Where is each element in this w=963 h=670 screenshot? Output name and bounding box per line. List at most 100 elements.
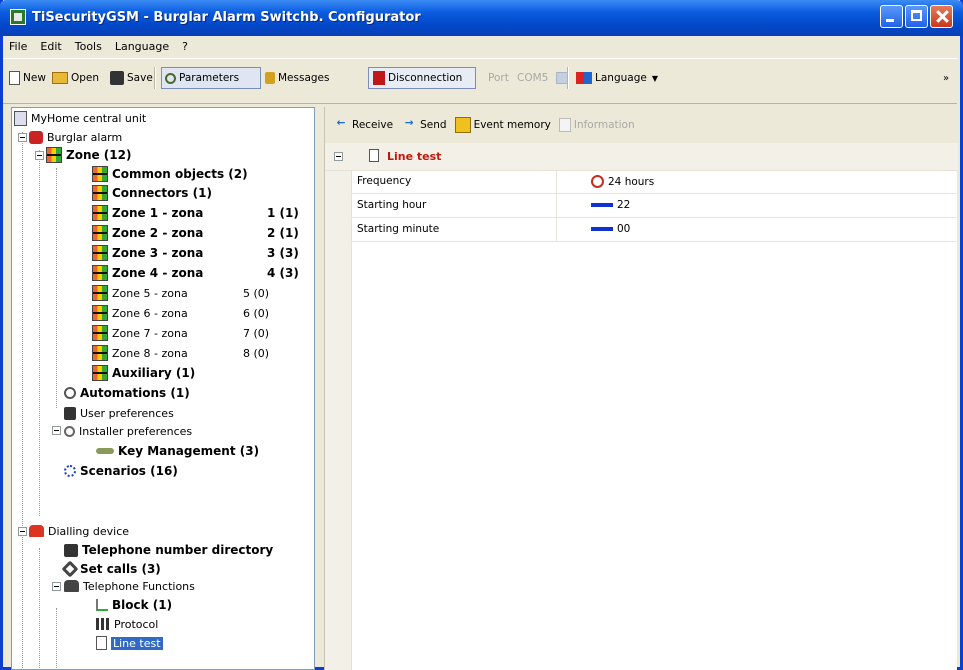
automation-icon [64, 387, 76, 399]
zone-icon [92, 245, 108, 261]
telephone-icon [64, 580, 79, 592]
menu-file[interactable]: File [3, 40, 34, 53]
tree-dialling-device[interactable]: Dialling device [29, 522, 129, 540]
parameters-panel: ← Receive → Send Event memory Informatio… [324, 107, 958, 670]
event-memory-button[interactable]: Event memory [454, 114, 551, 136]
receive-button[interactable]: ← Receive [333, 114, 394, 136]
collapse-toggle[interactable] [334, 152, 343, 161]
panel-toolbar: ← Receive → Send Event memory Informatio… [325, 107, 958, 143]
tree-user-preferences[interactable]: User preferences [64, 404, 174, 422]
tree-zone-2[interactable]: Zone 2 - zona 2 (1) [92, 224, 302, 242]
menu-edit[interactable]: Edit [34, 40, 68, 53]
central-unit-icon [14, 110, 27, 126]
number-icon [591, 203, 613, 207]
send-button[interactable]: → Send [401, 114, 447, 136]
tree-common-objects[interactable]: Common objects (2) [92, 165, 248, 183]
save-disk-icon [110, 71, 124, 85]
section-header[interactable]: Line test [325, 143, 958, 171]
tree-scenarios[interactable]: Scenarios (16) [64, 462, 178, 480]
speaker-icon [265, 72, 275, 84]
collapse-toggle[interactable] [18, 133, 27, 142]
tree-line-test[interactable]: Line test [96, 634, 163, 652]
parameters-button[interactable]: Parameters [161, 67, 261, 89]
tree-line [22, 530, 23, 669]
close-button[interactable] [930, 5, 953, 28]
tree-root[interactable]: MyHome central unit [14, 109, 146, 127]
collapse-toggle[interactable] [35, 151, 44, 160]
zone-icon [92, 205, 108, 221]
column-divider [556, 170, 557, 193]
menu-tools[interactable]: Tools [69, 40, 109, 53]
tree-zone-6[interactable]: Zone 6 - zona 6 (0) [92, 304, 302, 322]
scenarios-icon [64, 465, 76, 477]
zone-icon [92, 325, 108, 341]
maximize-button[interactable] [905, 5, 928, 28]
zone-icon [92, 225, 108, 241]
property-row-starting-hour[interactable]: Starting hour 22 [351, 194, 958, 218]
user-icon [64, 406, 76, 420]
tree-zone-7[interactable]: Zone 7 - zona 7 (0) [92, 324, 302, 342]
open-folder-icon [52, 72, 68, 84]
tree-automations[interactable]: Automations (1) [64, 384, 190, 402]
menu-help[interactable]: ? [176, 40, 195, 53]
chevron-down-icon: ▼ [651, 73, 658, 83]
collapse-toggle[interactable] [18, 527, 27, 536]
information-button[interactable]: Information [558, 114, 635, 136]
starting-hour-value[interactable]: 22 [591, 199, 630, 211]
open-button[interactable]: Open [52, 67, 99, 89]
tree-zone-3[interactable]: Zone 3 - zona 3 (3) [92, 244, 302, 262]
tree-auxiliary[interactable]: Auxiliary (1) [92, 364, 195, 382]
zone-icon [92, 265, 108, 281]
tree-zone-5[interactable]: Zone 5 - zona 5 (0) [92, 284, 302, 302]
tree-connectors[interactable]: Connectors (1) [92, 184, 212, 202]
new-file-icon [9, 71, 20, 85]
tree-set-calls[interactable]: Set calls (3) [61, 560, 161, 578]
collapse-toggle[interactable] [52, 426, 61, 435]
port-label: Port [488, 72, 509, 84]
save-button[interactable]: Save [110, 67, 153, 89]
tree-line [39, 150, 40, 516]
minimize-button[interactable] [880, 5, 903, 28]
main-toolbar: New Open Save Parameters Messages Discon… [3, 58, 957, 104]
column-divider [556, 194, 557, 217]
frequency-value[interactable]: 24 hours [591, 175, 654, 188]
telephone-icon [29, 525, 44, 537]
menu-language[interactable]: Language [109, 40, 176, 53]
event-memory-icon [454, 117, 471, 133]
tree-zone-1[interactable]: Zone 1 - zona 1 (1) [92, 204, 302, 222]
tree-burglar-alarm[interactable]: Burglar alarm [29, 128, 122, 146]
property-row-starting-minute[interactable]: Starting minute 00 [351, 218, 958, 242]
toolbar-separator [154, 67, 156, 89]
tree-telephone-directory[interactable]: Telephone number directory [64, 541, 273, 559]
tree-installer-preferences[interactable]: Installer preferences [64, 422, 192, 440]
window-title: TiSecurityGSM - Burglar Alarm Switchb. C… [32, 10, 421, 25]
language-button[interactable]: Language ▼ [576, 67, 658, 89]
messages-button[interactable]: Messages [265, 67, 330, 89]
tree-zone-4[interactable]: Zone 4 - zona 4 (3) [92, 264, 302, 282]
zone-icon [92, 305, 108, 321]
tree-line [39, 548, 40, 668]
navigation-tree: MyHome central unit Burglar alarm Zone (… [11, 107, 315, 670]
toolbar-overflow[interactable]: » [943, 67, 949, 89]
disconnect-icon [373, 71, 385, 85]
information-icon [558, 118, 571, 132]
receive-icon: ← [336, 117, 346, 129]
starting-minute-value[interactable]: 00 [591, 223, 630, 235]
tree-telephone-functions[interactable]: Telephone Functions [64, 577, 195, 595]
menu-bar: File Edit Tools Language ? [3, 36, 957, 57]
tree-zone[interactable]: Zone (12) [46, 146, 131, 164]
tree-protocol[interactable]: Protocol [96, 615, 158, 633]
disconnection-button[interactable]: Disconnection [368, 67, 476, 89]
key-icon [96, 448, 114, 454]
new-button[interactable]: New [9, 67, 46, 89]
tree-zone-8[interactable]: Zone 8 - zona 8 (0) [92, 344, 302, 362]
tree-block[interactable]: Block (1) [96, 596, 172, 614]
port-select[interactable]: COM5 [517, 67, 571, 89]
zone-icon [46, 147, 62, 163]
property-row-frequency[interactable]: Frequency 24 hours [351, 170, 958, 194]
alarm-icon [29, 130, 43, 144]
clock-icon [591, 175, 604, 188]
tree-key-management[interactable]: Key Management (3) [96, 442, 259, 460]
tree-line [22, 132, 23, 528]
collapse-toggle[interactable] [52, 582, 61, 591]
